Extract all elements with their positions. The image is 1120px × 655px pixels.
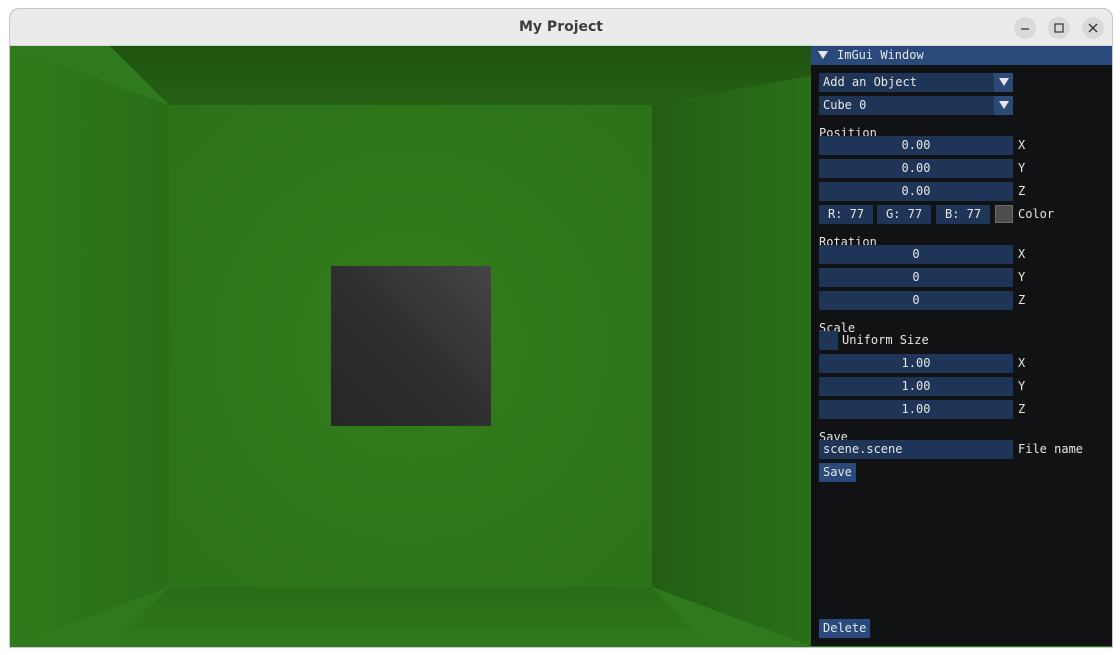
rotation-x-field[interactable]: 0 [819,245,1013,264]
maximize-icon [1054,23,1064,33]
minimize-icon [1021,28,1029,30]
delete-button[interactable]: Delete [819,619,871,638]
file-name-input[interactable]: scene.scene [819,440,1013,459]
color-b-field[interactable]: B: 77 [936,205,990,224]
color-g-field[interactable]: G: 77 [877,205,931,224]
minimize-button[interactable] [1014,17,1036,39]
rotation-x-label: X [1018,247,1026,261]
color-label: Color [1018,207,1055,221]
window-title: My Project [519,19,603,35]
right-wall [652,76,811,646]
position-y-field[interactable]: 0.00 [819,159,1013,178]
chevron-down-icon[interactable] [994,96,1013,115]
floor [110,587,710,646]
color-r-field[interactable]: R: 77 [819,205,873,224]
uniform-size-label: Uniform Size [842,333,929,347]
left-wall [10,46,169,646]
close-button[interactable] [1082,17,1104,39]
panel-title-bar[interactable]: ImGui Window [811,46,1112,65]
scene-render [10,46,811,646]
position-z-field[interactable]: 0.00 [819,182,1013,201]
rotation-z-field[interactable]: 0 [819,291,1013,310]
title-bar[interactable]: My Project [10,9,1112,46]
scale-y-field[interactable]: 1.00 [819,377,1013,396]
imgui-panel: ImGui Window Add an Object Cube 0 Positi… [811,46,1112,646]
uniform-size-checkbox[interactable] [819,331,838,350]
scene-viewport[interactable] [10,46,811,646]
save-button[interactable]: Save [819,463,856,482]
scale-y-label: Y [1018,379,1026,393]
scale-z-field[interactable]: 1.00 [819,400,1013,419]
cube-object[interactable] [331,266,491,426]
position-x-field[interactable]: 0.00 [819,136,1013,155]
chevron-down-icon[interactable] [994,73,1013,92]
maximize-button[interactable] [1048,17,1070,39]
rotation-y-label: Y [1018,270,1026,284]
object-select-combo[interactable]: Cube 0 [819,96,1013,115]
scale-x-label: X [1018,356,1026,370]
file-name-label: File name [1018,442,1084,456]
file-name-value: scene.scene [823,442,903,456]
add-object-combo[interactable]: Add an Object [819,73,1013,92]
color-swatch[interactable] [995,205,1013,223]
rotation-y-field[interactable]: 0 [819,268,1013,287]
rotation-z-label: Z [1018,293,1026,307]
app-window: My Project ImGui Window Add an Object Cu… [9,8,1113,648]
add-object-label: Add an Object [823,75,917,89]
close-icon [1088,23,1098,33]
collapse-triangle-icon[interactable] [818,51,828,60]
scale-x-field[interactable]: 1.00 [819,354,1013,373]
scale-z-label: Z [1018,402,1026,416]
position-z-label: Z [1018,184,1026,198]
position-x-label: X [1018,138,1026,152]
panel-title: ImGui Window [837,48,924,62]
selected-object-label: Cube 0 [823,98,867,112]
position-y-label: Y [1018,161,1026,175]
